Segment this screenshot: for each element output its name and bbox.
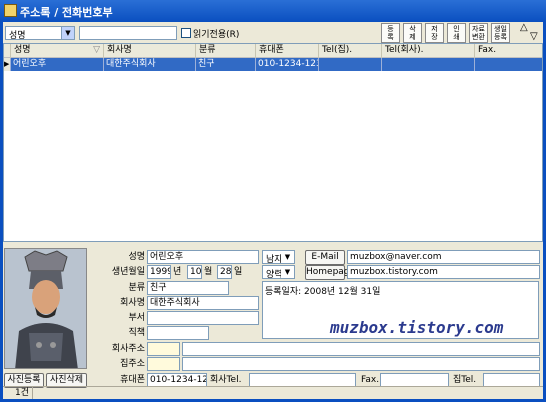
delete-button[interactable]: 삭 제 [403,23,422,43]
title-bar[interactable]: 주소록 / 전화번호부 [0,0,546,22]
readonly-label: 읽기전용(R) [193,30,240,40]
name-input[interactable]: 어린오후 [147,250,259,264]
window-title: 주소록 / 전화번호부 [20,6,113,19]
title-label: 직책 [128,328,145,338]
register-button-label: 등 록 [387,25,394,41]
convert-button[interactable]: 자료 변환 [469,23,488,43]
calendar-select[interactable]: 양력 ▼ [262,265,295,280]
app-icon [4,4,17,17]
birth-year-input[interactable]: 1999 [147,265,171,279]
name-label: 성명 [128,252,145,262]
readonly-checkbox[interactable] [181,28,191,38]
cell-home-tel[interactable] [319,58,382,71]
category-label: 분류 [128,283,145,293]
gender-select[interactable]: 남자 ▼ [262,250,295,265]
header-marker-cell [4,44,11,58]
column-header-category[interactable]: 분류 [196,44,256,58]
column-header-company-tel[interactable]: Tel(회사). [382,44,475,58]
contacts-table[interactable]: 성명 ▽ 회사명 분류 휴대폰 Tel(집). Tel(회사). Fax. ▶ 어… [3,43,543,242]
company-address-input[interactable] [182,342,540,356]
cell-name[interactable]: 어린오후 [11,58,104,71]
cell-company-tel[interactable] [382,58,475,71]
search-field-select[interactable]: 성명 ▼ [5,26,75,41]
home-address-label: 집주소 [120,359,145,369]
birthday-button-label: 생일 등록 [494,25,507,41]
home-tel-input[interactable] [483,373,540,387]
mobile-input[interactable]: 010-1234-1234 [147,373,207,387]
record-count: 1건 [3,387,33,399]
cell-mobile[interactable]: 010-1234-1234 [256,58,319,71]
column-header-fax[interactable]: Fax. [475,44,542,58]
fax-label: Fax. [361,375,380,385]
chevron-down-icon[interactable]: ▼ [281,251,294,263]
company-input[interactable]: 대한주식회사 [147,296,259,310]
job-title-input[interactable] [147,326,209,340]
dept-input[interactable] [147,311,259,325]
fax-input[interactable] [380,373,449,387]
company-tel-label: 회사Tel. [210,375,242,385]
status-bar: 1건 [3,386,543,399]
home-tel-label: 집Tel. [453,375,477,385]
birth-month-input[interactable]: 10 [187,265,202,279]
cell-category[interactable]: 친구 [196,58,256,71]
birthday-button[interactable]: 생일 등록 [491,23,510,43]
register-button[interactable]: 등 록 [381,23,400,43]
move-up-icon[interactable]: △ [520,22,528,33]
print-button[interactable]: 인 쇄 [447,23,466,43]
birth-day-input[interactable]: 28 [217,265,232,279]
company-label: 회사명 [120,298,145,308]
memo-text: 등록일자: 2008년 12월 31일 [265,287,381,297]
home-address-input[interactable] [182,357,540,371]
delete-button-label: 삭 제 [409,25,416,41]
watermark-text: muzbox.tistory.com [330,318,504,337]
month-unit: 월 [204,267,213,277]
email-input[interactable]: muzbox@naver.com [347,250,540,264]
search-input[interactable] [79,26,177,40]
print-button-label: 인 쇄 [453,25,460,41]
category-input[interactable]: 친구 [147,281,229,295]
home-zip-input[interactable] [147,357,180,371]
save-button-label: 저 장 [431,25,438,41]
portrait-image [5,249,86,368]
move-down-icon[interactable]: ▽ [530,31,538,42]
homepage-button[interactable]: Homepage [305,265,355,280]
column-header-home-tel[interactable]: Tel(집). [319,44,382,58]
sort-icon: ▽ [93,45,100,55]
day-unit: 일 [234,267,243,277]
homepage-input[interactable]: muzbox.tistory.com [347,265,540,279]
table-row[interactable]: ▶ 어린오후 대한주식회사 친구 010-1234-1234 [4,58,542,71]
column-header-mobile[interactable]: 휴대폰 [256,44,319,58]
email-button[interactable]: E-Mail [305,250,345,265]
company-address-label: 회사주소 [111,344,145,354]
year-unit: 년 [173,267,182,277]
column-header-company[interactable]: 회사명 [104,44,196,58]
column-header-name[interactable]: 성명 ▽ [11,44,104,58]
mobile-label: 휴대폰 [120,375,145,385]
cell-fax[interactable] [475,58,542,71]
cell-company[interactable]: 대한주식회사 [104,58,196,71]
contact-photo [4,248,87,369]
dept-label: 부서 [128,313,145,323]
search-field-value: 성명 [9,31,26,41]
birth-label: 생년월일 [111,267,145,277]
save-button[interactable]: 저 장 [425,23,444,43]
convert-button-label: 자료 변환 [472,25,485,41]
table-header: 성명 ▽ 회사명 분류 휴대폰 Tel(집). Tel(회사). Fax. [4,44,542,58]
company-zip-input[interactable] [147,342,180,356]
column-header-name-label: 성명 [14,45,31,55]
chevron-down-icon[interactable]: ▼ [281,266,294,278]
chevron-down-icon[interactable]: ▼ [61,27,74,39]
row-marker-icon: ▶ [4,58,11,71]
company-tel-input[interactable] [249,373,356,387]
